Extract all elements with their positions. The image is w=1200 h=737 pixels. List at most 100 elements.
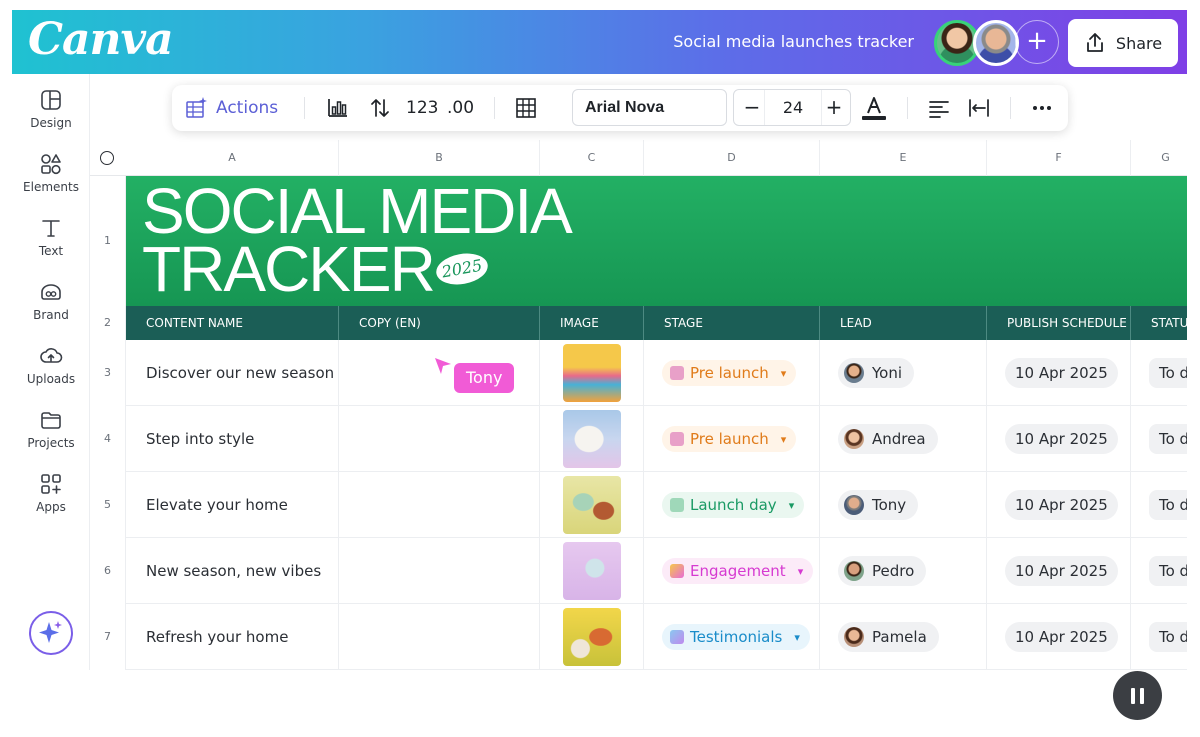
share-button[interactable]: Share bbox=[1068, 19, 1178, 67]
content-name-text: New season, new vibes bbox=[146, 562, 322, 580]
magic-assistant-button[interactable] bbox=[29, 611, 73, 655]
cell-status[interactable]: To do bbox=[1131, 472, 1187, 538]
font-size-input[interactable]: 24 bbox=[764, 90, 822, 125]
cell-content-name[interactable]: Refresh your home bbox=[126, 604, 339, 670]
pause-button[interactable] bbox=[1113, 671, 1162, 720]
cell-image[interactable] bbox=[540, 472, 644, 538]
cell-copy[interactable] bbox=[339, 538, 540, 604]
cell-status[interactable]: To do bbox=[1131, 538, 1187, 604]
table-toolbar: Actions 123 .00 Arial Nova − 24 + bbox=[172, 85, 1068, 131]
cell-publish-date[interactable]: 10 Apr 2025 bbox=[987, 604, 1131, 670]
cell-copy[interactable] bbox=[339, 472, 540, 538]
header-publish-schedule[interactable]: PUBLISH SCHEDULE bbox=[987, 306, 1131, 340]
cell-status[interactable]: To do bbox=[1131, 406, 1187, 472]
header-image[interactable]: IMAGE bbox=[540, 306, 644, 340]
header-stage[interactable]: STAGE bbox=[644, 306, 820, 340]
canva-logo[interactable]: Canva bbox=[28, 14, 174, 65]
cell-copy[interactable] bbox=[339, 406, 540, 472]
stage-dropdown[interactable]: Pre launch ▾ bbox=[662, 360, 797, 386]
sidebar-item-text[interactable]: Text bbox=[12, 216, 90, 258]
cell-status[interactable]: To do bbox=[1131, 340, 1187, 406]
stage-dropdown[interactable]: Testimonials ▾ bbox=[662, 624, 810, 650]
cell-lead[interactable]: Tony bbox=[820, 472, 987, 538]
row-number[interactable]: 2 bbox=[90, 306, 126, 340]
sidebar-item-projects[interactable]: Projects bbox=[12, 408, 90, 450]
cell-publish-date[interactable]: 10 Apr 2025 bbox=[987, 406, 1131, 472]
cell-lead[interactable]: Pedro bbox=[820, 538, 987, 604]
cell-content-name[interactable]: Elevate your home bbox=[126, 472, 339, 538]
sort-button[interactable] bbox=[368, 85, 392, 131]
increase-font-size-button[interactable]: + bbox=[824, 90, 844, 125]
cell-image[interactable] bbox=[540, 406, 644, 472]
row-number[interactable]: 4 bbox=[90, 406, 126, 472]
cell-content-name[interactable]: Discover our new season bbox=[126, 340, 339, 406]
letter-spacing-button[interactable] bbox=[967, 85, 991, 131]
cell-stage[interactable]: Launch day ▾ bbox=[644, 472, 820, 538]
header-status[interactable]: STATUS bbox=[1131, 306, 1187, 340]
date-chip: 10 Apr 2025 bbox=[1005, 358, 1118, 388]
row-number[interactable]: 3 bbox=[90, 340, 126, 406]
cell-image[interactable] bbox=[540, 538, 644, 604]
column-header-c[interactable]: C bbox=[540, 140, 644, 176]
stage-dropdown[interactable]: Engagement ▾ bbox=[662, 558, 814, 584]
cell-stage[interactable]: Pre launch ▾ bbox=[644, 406, 820, 472]
cell-stage[interactable]: Engagement ▾ bbox=[644, 538, 820, 604]
column-header-b[interactable]: B bbox=[339, 140, 540, 176]
cell-publish-date[interactable]: 10 Apr 2025 bbox=[987, 340, 1131, 406]
document-title[interactable]: Social media launches tracker bbox=[612, 32, 914, 51]
cell-copy[interactable] bbox=[339, 604, 540, 670]
header-lead[interactable]: LEAD bbox=[820, 306, 987, 340]
row-number[interactable]: 5 bbox=[90, 472, 126, 538]
header-copy[interactable]: COPY (EN) bbox=[339, 306, 540, 340]
cell-lead[interactable]: Pamela bbox=[820, 604, 987, 670]
lead-chip[interactable]: Pedro bbox=[838, 556, 927, 586]
lead-chip[interactable]: Andrea bbox=[838, 424, 938, 454]
number-format-button[interactable]: 123 bbox=[406, 85, 438, 131]
cell-image[interactable] bbox=[540, 604, 644, 670]
decimal-format-button[interactable]: .00 bbox=[447, 85, 474, 131]
title-banner[interactable]: SOCIAL MEDIA TRACKER 2025 bbox=[126, 176, 1187, 306]
decimal-format-label: .00 bbox=[447, 98, 475, 118]
column-header-a[interactable]: A bbox=[126, 140, 339, 176]
add-collaborator-button[interactable]: + bbox=[1015, 20, 1059, 64]
stage-dropdown[interactable]: Pre launch ▾ bbox=[662, 426, 797, 452]
text-color-button[interactable] bbox=[860, 85, 888, 131]
cell-lead[interactable]: Andrea bbox=[820, 406, 987, 472]
sidebar-item-uploads[interactable]: Uploads bbox=[12, 344, 90, 386]
row-number[interactable]: 6 bbox=[90, 538, 126, 604]
cell-stage[interactable]: Testimonials ▾ bbox=[644, 604, 820, 670]
lead-chip[interactable]: Yoni bbox=[838, 358, 915, 388]
row-number[interactable]: 7 bbox=[90, 604, 126, 670]
sidebar-item-apps[interactable]: Apps bbox=[12, 472, 90, 514]
cell-publish-date[interactable]: 10 Apr 2025 bbox=[987, 472, 1131, 538]
cell-lead[interactable]: Yoni bbox=[820, 340, 987, 406]
table-grid-button[interactable] bbox=[514, 85, 538, 131]
cell-image[interactable] bbox=[540, 340, 644, 406]
cell-content-name[interactable]: Step into style bbox=[126, 406, 339, 472]
stage-dropdown[interactable]: Launch day ▾ bbox=[662, 492, 805, 518]
lead-chip[interactable]: Pamela bbox=[838, 622, 939, 652]
cell-stage[interactable]: Pre launch ▾ bbox=[644, 340, 820, 406]
column-header-e[interactable]: E bbox=[820, 140, 987, 176]
collaborator-cursor-icon bbox=[435, 358, 451, 374]
column-header-d[interactable]: D bbox=[644, 140, 820, 176]
column-header-f[interactable]: F bbox=[987, 140, 1131, 176]
lead-chip[interactable]: Tony bbox=[838, 490, 919, 520]
header-content-name[interactable]: CONTENT NAME bbox=[126, 306, 339, 340]
decrease-font-size-button[interactable]: − bbox=[742, 90, 762, 125]
actions-button[interactable]: Actions bbox=[184, 85, 278, 131]
select-all-circle[interactable] bbox=[100, 151, 114, 165]
cell-publish-date[interactable]: 10 Apr 2025 bbox=[987, 538, 1131, 604]
align-button[interactable] bbox=[927, 85, 951, 131]
collaborator-avatar[interactable] bbox=[973, 20, 1019, 66]
sidebar-item-elements[interactable]: Elements bbox=[12, 152, 90, 194]
row-number[interactable]: 1 bbox=[90, 176, 126, 306]
sidebar-item-design[interactable]: Design bbox=[12, 88, 90, 130]
column-header-g[interactable]: G bbox=[1131, 140, 1187, 176]
chart-button[interactable] bbox=[326, 85, 350, 131]
cell-status[interactable]: To do bbox=[1131, 604, 1187, 670]
sidebar-item-brand[interactable]: Brand bbox=[12, 280, 90, 322]
font-family-select[interactable]: Arial Nova bbox=[572, 89, 727, 126]
more-options-button[interactable] bbox=[1030, 85, 1054, 131]
cell-content-name[interactable]: New season, new vibes bbox=[126, 538, 339, 604]
